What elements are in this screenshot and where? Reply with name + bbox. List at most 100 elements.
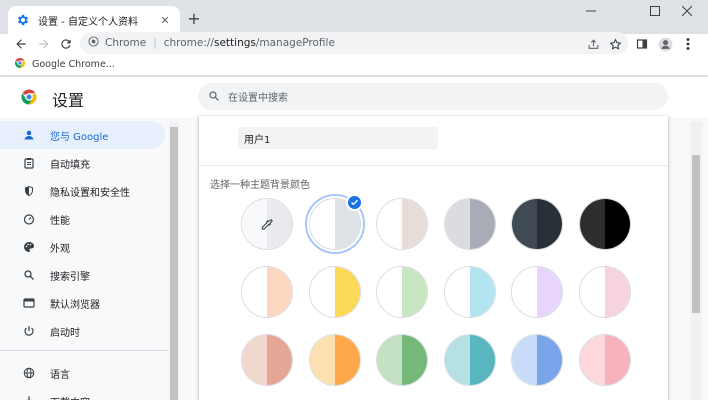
search-placeholder: 在设置中搜索 [228,93,288,104]
swatch-right-half [334,335,360,385]
swatch-left-half [579,335,605,385]
profile-avatar-icon[interactable] [656,34,674,54]
main-scrollbar[interactable] [690,121,702,400]
search-icon [22,268,36,282]
close-icon[interactable]: ✕ [158,13,172,27]
power-icon [22,324,36,338]
settings-search-input[interactable]: 在设置中搜索 [198,83,668,110]
swatch-right-half [537,199,562,249]
url-path: /manageProfile [255,37,335,49]
theme-color-swatch[interactable] [376,198,428,250]
theme-color-swatch[interactable] [511,266,563,318]
back-icon[interactable] [11,34,31,54]
download-icon [22,394,36,400]
sidebar-scrollbar[interactable] [169,121,179,400]
profile-name-input[interactable]: 用户1 [238,127,438,149]
swatch-right-half [604,335,630,385]
theme-color-heading: 选择一种主题背景颜色 [210,180,310,191]
theme-color-swatch[interactable] [443,334,496,386]
tab-settings[interactable]: 设置 - 自定义个人资料 ✕ [8,6,180,34]
sidebar-item-label: 隐私设置和安全性 [50,187,130,199]
sidebar-item[interactable]: 语言 [0,359,165,387]
swatch-left-half [377,199,402,249]
chrome-site-icon [88,36,99,50]
settings-sidebar: 您与 Google 自动填充隐私设置和安全性性能外观搜索引擎默认浏览器启动时语言下… [0,121,168,400]
main-scrollbar-thumb[interactable] [692,155,700,313]
sidebar-item-label: 语言 [50,369,70,381]
settings-page: 设置 在设置中搜索 您与 Google 自动填充隐私设置和安全性 性能外观搜索引擎默… [0,77,708,400]
theme-color-swatch[interactable] [511,198,563,250]
browser-icon [22,296,36,310]
more-menu-icon[interactable] [679,34,697,54]
theme-color-swatch[interactable] [578,266,631,318]
theme-color-swatch[interactable] [443,266,496,318]
sidebar-item[interactable]: 默认浏览器 [0,289,165,317]
theme-color-swatch[interactable] [308,334,361,386]
sidebar-divider [0,350,168,351]
swatch-right-half [537,267,562,317]
theme-color-swatch[interactable] [308,266,361,318]
site-label: Chrome [105,37,147,49]
swatch-right-half [402,335,427,385]
swatch-left-half [242,335,267,385]
theme-color-swatch[interactable] [376,334,428,386]
forward-icon[interactable] [34,34,54,54]
sidebar-item[interactable]: 下载内容 [0,387,165,400]
tab-title: 设置 - 自定义个人资料 [38,16,138,28]
swatch-right-half [267,335,292,385]
swatch-right-half [469,267,495,317]
sidebar-item-label: 下载内容 [50,394,90,400]
swatch-left-half [579,267,605,317]
swatch-right-half [537,335,562,385]
clipboard-icon [22,156,36,170]
theme-color-swatch[interactable] [578,334,631,386]
bookmark-item[interactable]: Google Chrome... [14,57,115,72]
minimize-icon[interactable] [574,0,608,22]
bookmark-label: Google Chrome... [32,59,115,70]
sidebar-item-label: 性能 [50,215,70,227]
maximize-icon[interactable] [638,0,672,22]
tab-strip: 设置 - 自定义个人资料 ✕ + [0,0,708,34]
address-bar[interactable]: Chrome | chrome://settings/manageProfile [80,32,628,54]
chrome-logo-icon [20,88,38,110]
sidebar-item[interactable]: 您与 Google [0,121,165,149]
side-panel-icon[interactable] [633,34,651,54]
sidebar-item[interactable]: 启动时 [0,317,165,345]
search-icon [208,87,220,106]
theme-color-swatch[interactable] [578,198,631,250]
sidebar-item-label: 外观 [50,243,70,255]
sidebar-item[interactable]: 外观 [0,233,165,261]
person-icon [22,128,36,142]
url-separator: | [153,37,157,49]
theme-color-swatch[interactable] [241,266,293,318]
sidebar-item[interactable]: 隐私设置和安全性 [0,177,165,205]
sidebar-item-label: 您与 Google [50,131,109,143]
sidebar-scrollbar-thumb[interactable] [170,127,178,400]
theme-color-swatch[interactable] [376,266,428,318]
speedometer-icon [22,212,36,226]
swatch-left-half [309,335,335,385]
new-tab-button[interactable]: + [185,9,203,28]
url-prefix: chrome:// [163,37,214,49]
swatch-left-half [579,199,605,249]
swatch-left-half [512,267,537,317]
theme-color-swatch[interactable] [241,334,293,386]
sidebar-item[interactable]: 搜索引擎 [0,261,165,289]
theme-color-swatch[interactable] [511,334,563,386]
page-title: 设置 [52,91,85,110]
swatch-left-half [512,335,537,385]
sidebar-item-label: 搜索引擎 [50,271,90,283]
theme-color-swatch[interactable] [443,198,496,250]
reload-icon[interactable] [56,34,76,54]
bookmark-star-icon[interactable] [606,34,624,54]
url-host: settings [213,37,256,49]
swatch-right-half [604,199,630,249]
swatch-left-half [444,335,470,385]
swatch-right-half [469,335,495,385]
sidebar-item[interactable]: 性能 [0,205,165,233]
share-icon[interactable] [584,34,602,54]
sidebar-item[interactable]: 自动填充 [0,149,165,177]
swatch-right-half [334,267,360,317]
close-icon[interactable] [670,0,704,22]
chrome-logo-icon [14,57,26,72]
